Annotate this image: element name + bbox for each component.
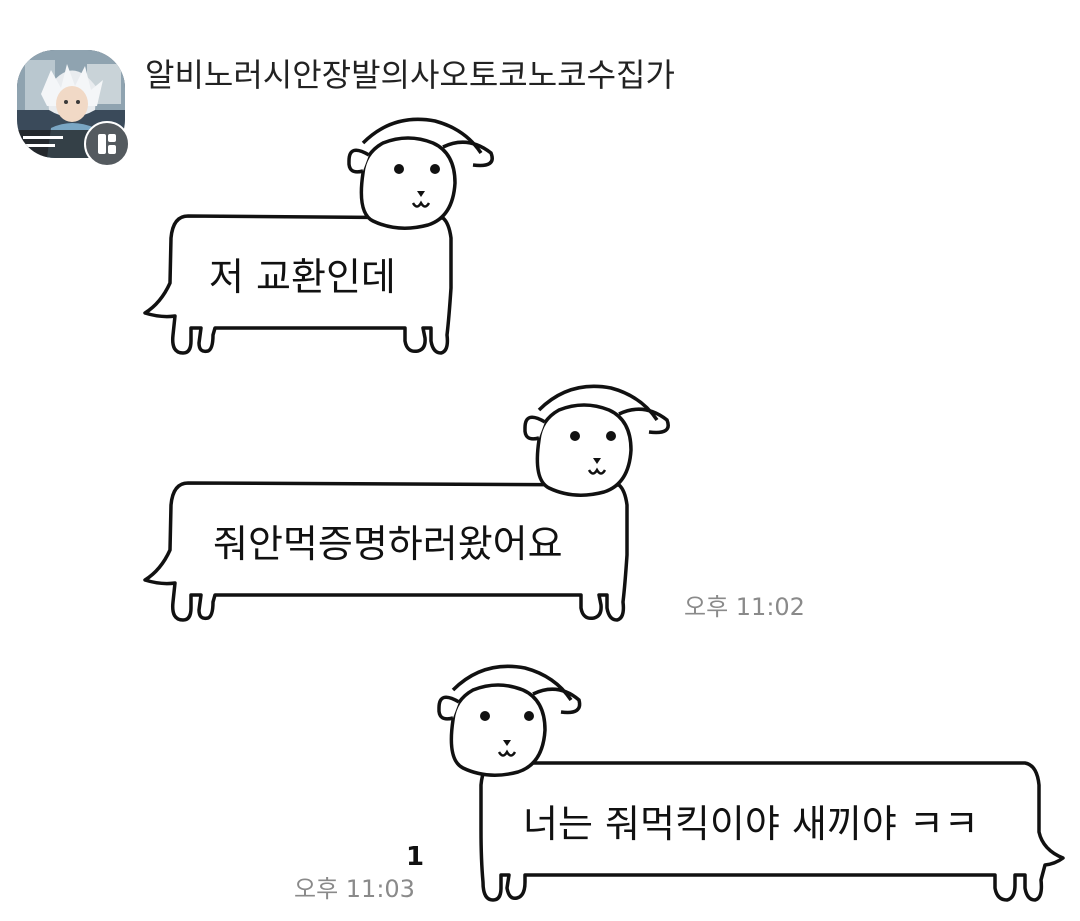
unread-count-badge: 1 xyxy=(406,842,425,872)
dog-bubble-shape xyxy=(143,117,494,355)
profile-badge-icon xyxy=(84,121,130,167)
message-text: 줘안먹증명하러왔어요 xyxy=(213,522,563,566)
open-chat-badge-icon xyxy=(99,170,145,216)
message-text: 너는 줘먹킥이야 새끼야 ㅋㅋ xyxy=(523,802,979,846)
message-bubble-1[interactable]: 저 교환인데 xyxy=(143,113,503,358)
sender-name[interactable]: 알비노러시안장발의사오토코노코수집가 xyxy=(145,54,675,96)
message-bubble-2[interactable]: 줘안먹증명하러왔어요 xyxy=(143,380,673,625)
dog-bubble-shape xyxy=(143,384,670,622)
message-timestamp: 오후 11:02 xyxy=(684,593,805,621)
dog-bubble-shape xyxy=(437,664,1065,902)
message-bubble-3[interactable]: 너는 줘먹킥이야 새끼야 ㅋㅋ xyxy=(435,660,1065,905)
message-text: 저 교환인데 xyxy=(209,255,396,299)
message-timestamp: 오후 11:03 xyxy=(294,875,415,903)
